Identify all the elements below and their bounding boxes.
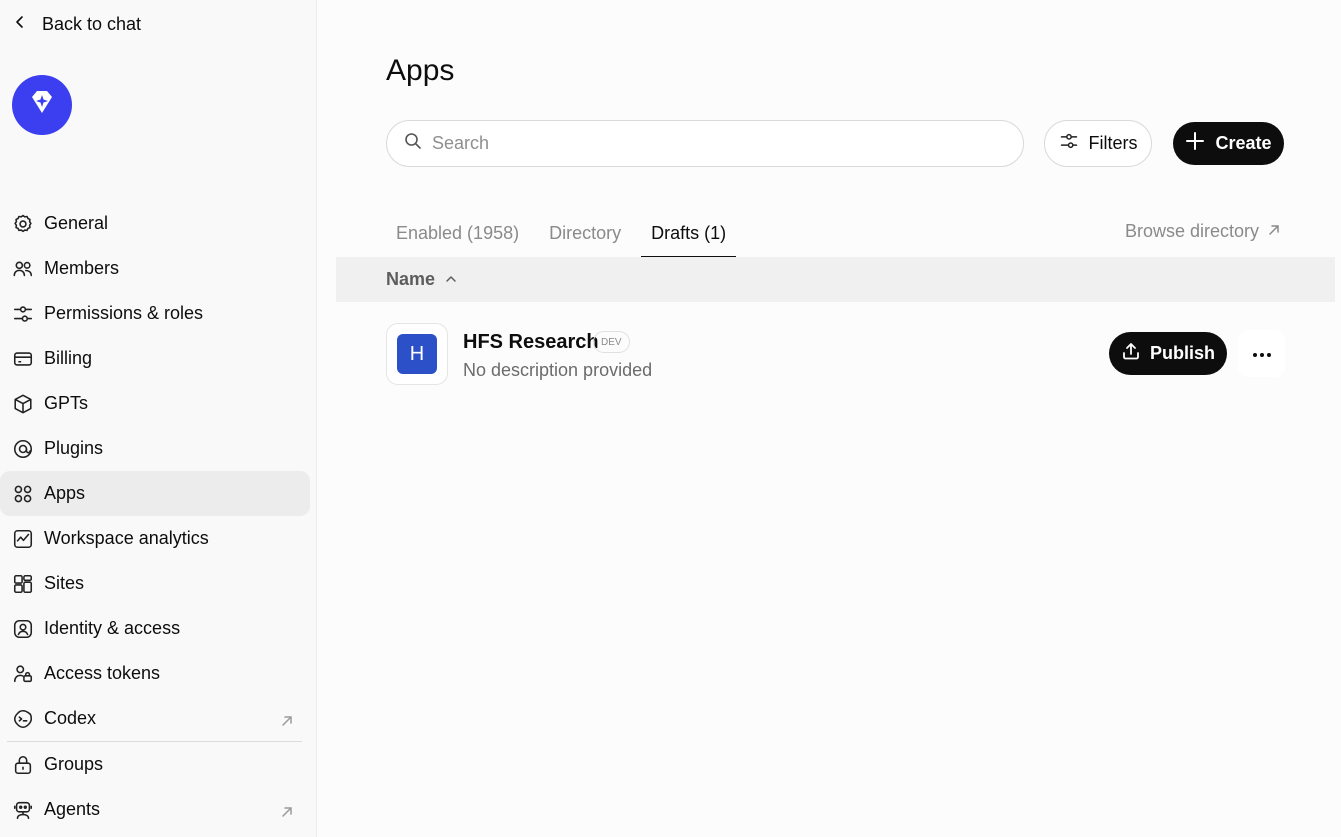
sidebar: Back to chat General Members Permissions… [0, 0, 317, 837]
dev-badge: DEV [593, 331, 630, 353]
sidebar-item-label: Members [44, 258, 120, 278]
table-row[interactable]: H HFS Research DEV No description provid… [386, 323, 1285, 385]
back-to-chat-label: Back to chat [42, 13, 142, 34]
arrow-up-right-icon [1267, 221, 1281, 242]
sidebar-item-identity-access[interactable]: Identity & access [0, 606, 310, 651]
name-column-header[interactable]: Name [336, 257, 1335, 302]
app-avatar: H [386, 323, 448, 385]
search-input[interactable] [432, 133, 1023, 154]
sidebar-item-codex[interactable]: Codex [0, 696, 310, 741]
sidebar-item-groups[interactable]: Groups [0, 742, 310, 787]
sidebar-item-workspace-analytics[interactable]: Workspace analytics [0, 516, 310, 561]
sidebar-item-label: Codex [44, 708, 97, 728]
sidebar-item-label: Sites [44, 573, 85, 593]
lock-icon [12, 754, 34, 776]
sidebar-item-label: Workspace analytics [44, 528, 209, 548]
users-icon [12, 258, 34, 280]
page-title: Apps [386, 54, 455, 87]
plugin-icon [12, 438, 34, 460]
sidebar-item-billing[interactable]: Billing [0, 336, 310, 381]
sidebar-item-label: GPTs [44, 393, 89, 413]
sidebar-item-label: Agents [44, 799, 101, 819]
tab-drafts[interactable]: Drafts (1) [641, 210, 737, 258]
app-tabs: Enabled (1958) Directory Drafts (1) [386, 210, 746, 258]
sidebar-item-label: Access tokens [44, 663, 161, 683]
sidebar-item-general[interactable]: General [0, 201, 310, 246]
search-icon [404, 132, 422, 155]
filters-label: Filters [1088, 133, 1138, 153]
back-to-chat-link[interactable]: Back to chat [12, 10, 141, 38]
analytics-icon [12, 528, 34, 550]
sidebar-item-members[interactable]: Members [0, 246, 310, 291]
publish-button[interactable]: Publish [1109, 332, 1227, 375]
external-link-icon [280, 712, 294, 726]
chevron-left-icon [12, 14, 28, 35]
app-description: No description provided [463, 360, 653, 380]
sidebar-item-label: Apps [44, 483, 86, 503]
create-label: Create [1215, 133, 1272, 153]
publish-label: Publish [1149, 343, 1215, 363]
sidebar-item-label: Groups [44, 754, 104, 774]
filters-button[interactable]: Filters [1044, 120, 1152, 167]
credit-card-icon [12, 348, 34, 370]
sliders-icon [12, 303, 34, 325]
gear-icon [12, 213, 34, 235]
sort-ascending-icon [445, 269, 457, 290]
sidebar-item-sites[interactable]: Sites [0, 561, 310, 606]
codex-icon [12, 708, 34, 730]
gem-icon [24, 85, 60, 126]
browse-directory-label: Browse directory [1124, 221, 1259, 241]
sidebar-item-plugins[interactable]: Plugins [0, 426, 310, 471]
settings-nav: General Members Permissions & roles Bill… [0, 201, 317, 832]
main-content: Apps Filters Create Enabled (1958) Direc… [317, 0, 1341, 837]
sidebar-item-access-tokens[interactable]: Access tokens [0, 651, 310, 696]
apps-icon [12, 483, 34, 505]
sidebar-item-label: General [44, 213, 109, 233]
plus-icon [1185, 131, 1205, 156]
token-icon [12, 663, 34, 685]
sidebar-item-label: Billing [44, 348, 93, 368]
tab-enabled[interactable]: Enabled (1958) [386, 210, 529, 258]
sidebar-item-permissions-roles[interactable]: Permissions & roles [0, 291, 310, 336]
cube-icon [12, 393, 34, 415]
sidebar-item-agents[interactable]: Agents [0, 787, 310, 832]
create-button[interactable]: Create [1173, 122, 1284, 165]
sidebar-item-label: Identity & access [44, 618, 181, 638]
sliders-icon [1059, 131, 1079, 156]
column-header-label: Name [386, 269, 436, 289]
search-box[interactable] [386, 120, 1024, 167]
ellipsis-icon [1252, 345, 1272, 363]
upload-icon [1121, 341, 1141, 366]
app-initial: H [397, 334, 437, 374]
identity-icon [12, 618, 34, 640]
tab-directory[interactable]: Directory [539, 210, 631, 258]
sidebar-item-label: Plugins [44, 438, 104, 458]
sidebar-item-gpts[interactable]: GPTs [0, 381, 310, 426]
robot-icon [12, 799, 34, 821]
browse-directory-link[interactable]: Browse directory [1125, 221, 1281, 242]
sites-icon [12, 573, 34, 595]
sidebar-item-apps[interactable]: Apps [0, 471, 310, 516]
external-link-icon [280, 803, 294, 817]
more-options-button[interactable] [1238, 330, 1285, 377]
app-name: HFS Research [463, 331, 599, 353]
sidebar-item-label: Permissions & roles [44, 303, 204, 323]
workspace-logo [12, 75, 72, 135]
